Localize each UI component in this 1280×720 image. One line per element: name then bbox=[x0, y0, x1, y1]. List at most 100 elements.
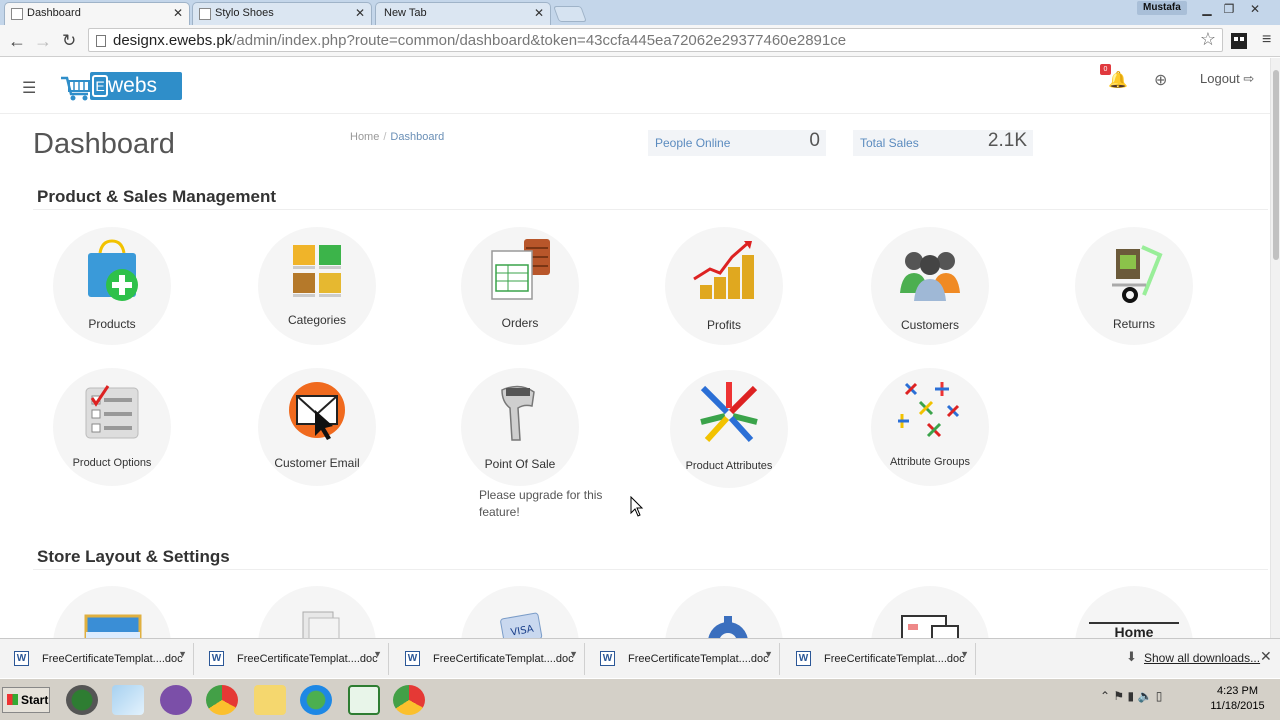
windows-flag-icon bbox=[7, 694, 18, 705]
minimize-icon[interactable]: ▁ bbox=[1196, 1, 1218, 17]
notepad-app-icon[interactable] bbox=[112, 685, 144, 715]
download-item[interactable]: W FreeCertificateTemplat....doc ▼ bbox=[590, 643, 780, 675]
download-item[interactable]: W FreeCertificateTemplat....doc ▼ bbox=[199, 643, 389, 675]
section-divider bbox=[33, 569, 1268, 570]
tile-home-layout[interactable]: Home bbox=[1075, 586, 1193, 638]
bookmark-star-icon[interactable]: ☆ bbox=[1200, 29, 1216, 50]
start-button[interactable]: Start bbox=[2, 687, 50, 713]
stat-value: 2.1K bbox=[987, 130, 1027, 151]
browser-menu-icon[interactable]: ≡ bbox=[1262, 31, 1271, 49]
mouse-cursor-icon bbox=[630, 496, 644, 517]
tile-categories[interactable]: Categories bbox=[258, 227, 376, 345]
ewebs-logo[interactable]: E webs bbox=[60, 68, 182, 104]
download-item[interactable]: W FreeCertificateTemplat....doc ▼ bbox=[4, 643, 194, 675]
section-title-product-sales: Product & Sales Management bbox=[37, 187, 277, 206]
tile-returns[interactable]: Returns bbox=[1075, 227, 1193, 345]
chevron-down-icon[interactable]: ▼ bbox=[960, 649, 969, 659]
stat-label: Total Sales bbox=[860, 136, 919, 150]
system-clock[interactable]: 4:23 PM 11/18/2015 bbox=[1210, 684, 1265, 714]
reload-icon[interactable]: ↻ bbox=[62, 31, 76, 51]
word-doc-icon: W bbox=[405, 651, 420, 666]
tile-product-options[interactable]: Product Options bbox=[53, 368, 171, 486]
tab-label: Stylo Shoes bbox=[215, 7, 274, 19]
tile-profits[interactable]: Profits bbox=[665, 227, 783, 345]
stat-people-online: People Online 0 bbox=[648, 130, 826, 156]
page-scrollbar[interactable] bbox=[1270, 58, 1280, 638]
browser-globe-app-icon[interactable] bbox=[300, 685, 332, 715]
close-icon[interactable]: ✕ bbox=[355, 6, 365, 20]
tab-dashboard[interactable]: Dashboard ✕ bbox=[4, 2, 190, 25]
scrollbar-thumb[interactable] bbox=[1273, 70, 1279, 260]
chevron-down-icon[interactable]: ▼ bbox=[569, 649, 578, 659]
stat-value: 0 bbox=[809, 130, 820, 151]
address-bar[interactable]: designx.ewebs.pk/admin/index.php?route=c… bbox=[88, 28, 1223, 52]
tile-settings[interactable] bbox=[665, 586, 783, 638]
tile-attribute-groups[interactable]: Attribute Groups bbox=[871, 368, 989, 486]
shopping-bag-plus-icon bbox=[88, 239, 138, 301]
logout-button[interactable]: Logout ⇨ bbox=[1200, 71, 1254, 87]
volume-icon[interactable]: 🔈 bbox=[1137, 689, 1152, 703]
menu-toggle-icon[interactable]: ☰ bbox=[22, 78, 36, 98]
tab-stylo-shoes[interactable]: Stylo Shoes ✕ bbox=[192, 2, 372, 25]
tile-label: Returns bbox=[1112, 317, 1156, 331]
action-center-flag-icon[interactable]: ⚑ bbox=[1113, 689, 1124, 703]
tile-orders[interactable]: Orders bbox=[461, 227, 579, 345]
coins-chart-icon bbox=[693, 241, 754, 299]
window-close-icon[interactable]: ✕ bbox=[1244, 1, 1266, 17]
tile-customers[interactable]: Customers bbox=[871, 227, 989, 345]
folder-app-icon[interactable] bbox=[254, 685, 286, 715]
tab-label: Dashboard bbox=[27, 7, 81, 19]
stat-total-sales: Total Sales 2.1K bbox=[853, 130, 1033, 156]
download-item[interactable]: W FreeCertificateTemplat....doc ▼ bbox=[395, 643, 585, 675]
close-icon[interactable]: ✕ bbox=[534, 6, 544, 20]
tile-payments[interactable]: VISA bbox=[461, 586, 579, 638]
close-icon[interactable]: ✕ bbox=[1260, 648, 1272, 665]
back-arrow-icon[interactable]: ← bbox=[8, 31, 26, 52]
stat-label: People Online bbox=[655, 136, 731, 150]
chevron-down-icon[interactable]: ▼ bbox=[178, 649, 187, 659]
tile-customer-email[interactable]: Customer Email bbox=[258, 368, 376, 486]
viber-app-icon[interactable] bbox=[160, 685, 192, 715]
admin-header: ☰ E webs 🔔 0 ⊕ Logout ⇨ bbox=[0, 58, 1270, 114]
tile-product-attributes[interactable]: Product Attributes bbox=[670, 370, 788, 488]
tray-expand-icon[interactable]: ⌃ bbox=[1100, 689, 1110, 703]
chevron-down-icon[interactable]: ▼ bbox=[764, 649, 773, 659]
section-divider bbox=[33, 209, 1268, 210]
chevron-down-icon[interactable]: ▼ bbox=[373, 649, 382, 659]
battery-icon[interactable]: ▯ bbox=[1156, 689, 1163, 703]
breadcrumb-current[interactable]: Dashboard bbox=[390, 131, 444, 143]
download-filename: FreeCertificateTemplat....doc bbox=[433, 653, 574, 665]
network-icon[interactable]: ▮ bbox=[1128, 689, 1135, 703]
show-all-downloads-link[interactable]: Show all downloads... bbox=[1144, 651, 1260, 665]
extension-icon[interactable] bbox=[1230, 32, 1248, 50]
tile-layouts[interactable] bbox=[871, 586, 989, 638]
chrome-app-icon[interactable] bbox=[206, 685, 238, 715]
forward-arrow-icon[interactable]: → bbox=[34, 31, 52, 52]
profile-name[interactable]: Mustafa bbox=[1137, 1, 1187, 15]
new-tab-button[interactable] bbox=[553, 6, 587, 22]
breadcrumb-home[interactable]: Home bbox=[350, 131, 379, 143]
tile-label: Categories bbox=[287, 313, 347, 327]
download-filename: FreeCertificateTemplat....doc bbox=[628, 653, 769, 665]
tile-label: Product Options bbox=[72, 457, 152, 469]
system-tray: ⌃ ⚑ ▮ 🔈 ▯ bbox=[1100, 689, 1162, 703]
spreadsheet-app-icon[interactable] bbox=[348, 685, 380, 715]
restore-icon[interactable]: ❐ bbox=[1218, 1, 1240, 17]
close-icon[interactable]: ✕ bbox=[173, 6, 183, 20]
download-filename: FreeCertificateTemplat....doc bbox=[42, 653, 183, 665]
chrome-active-app-icon[interactable] bbox=[393, 685, 425, 715]
barcode-scanner-icon bbox=[501, 385, 535, 441]
tile-label: Profits bbox=[706, 318, 741, 332]
clock-time: 4:23 PM bbox=[1217, 685, 1258, 697]
tab-new-tab[interactable]: New Tab ✕ bbox=[375, 2, 551, 25]
download-item[interactable]: W FreeCertificateTemplat....doc ▼ bbox=[786, 643, 976, 675]
tile-products[interactable]: Products bbox=[53, 227, 171, 345]
tile-point-of-sale[interactable]: Point Of Sale bbox=[461, 368, 579, 486]
tile-label: Customers bbox=[900, 318, 959, 332]
url-path: /admin/index.php?route=common/dashboard&… bbox=[232, 32, 847, 49]
settings-app-icon[interactable] bbox=[66, 685, 98, 715]
attribute-groups-icon bbox=[898, 382, 960, 438]
tile-banners[interactable] bbox=[53, 586, 171, 638]
tile-pages[interactable] bbox=[258, 586, 376, 638]
support-lifebuoy-icon[interactable]: ⊕ bbox=[1154, 70, 1167, 90]
